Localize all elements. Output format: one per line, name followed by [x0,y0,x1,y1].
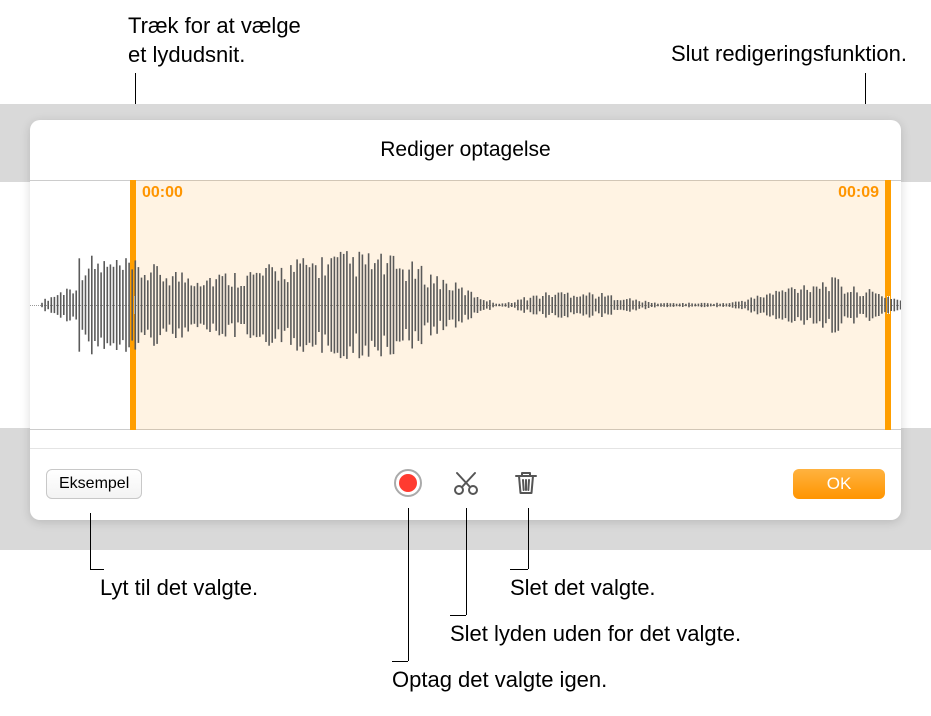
callout-line [510,569,528,570]
delete-button[interactable] [508,466,544,502]
callout-rerecord: Optag det valgte igen. [392,666,607,695]
callout-listen: Lyt til det valgte. [100,574,258,603]
callout-line [90,513,91,569]
record-icon [393,468,423,501]
callout-end-edit: Slut redigeringsfunktion. [671,40,907,69]
record-button[interactable] [390,466,426,502]
callout-line [450,615,466,616]
preview-button[interactable]: Eksempel [46,469,142,499]
callout-delete-selected: Slet det valgte. [510,574,656,603]
callout-drag-select: Træk for at vælge et lydudsnit. [128,12,301,69]
waveform [30,200,901,410]
ok-button[interactable]: OK [793,469,885,499]
callout-line [392,661,408,662]
callout-line [90,569,104,570]
edit-recording-panel: Rediger optagelse 00:00 00:09 Eksempel [30,120,901,520]
waveform-area[interactable]: 00:00 00:09 [30,180,901,430]
trim-button[interactable] [448,466,484,502]
callout-delete-outside: Slet lyden uden for det valgte. [450,620,741,649]
panel-title: Rediger optagelse [30,138,901,162]
callout-line [408,508,409,661]
callout-line [528,508,529,569]
scissors-icon [451,468,481,501]
callout-line [466,508,467,615]
trash-icon [511,468,541,501]
